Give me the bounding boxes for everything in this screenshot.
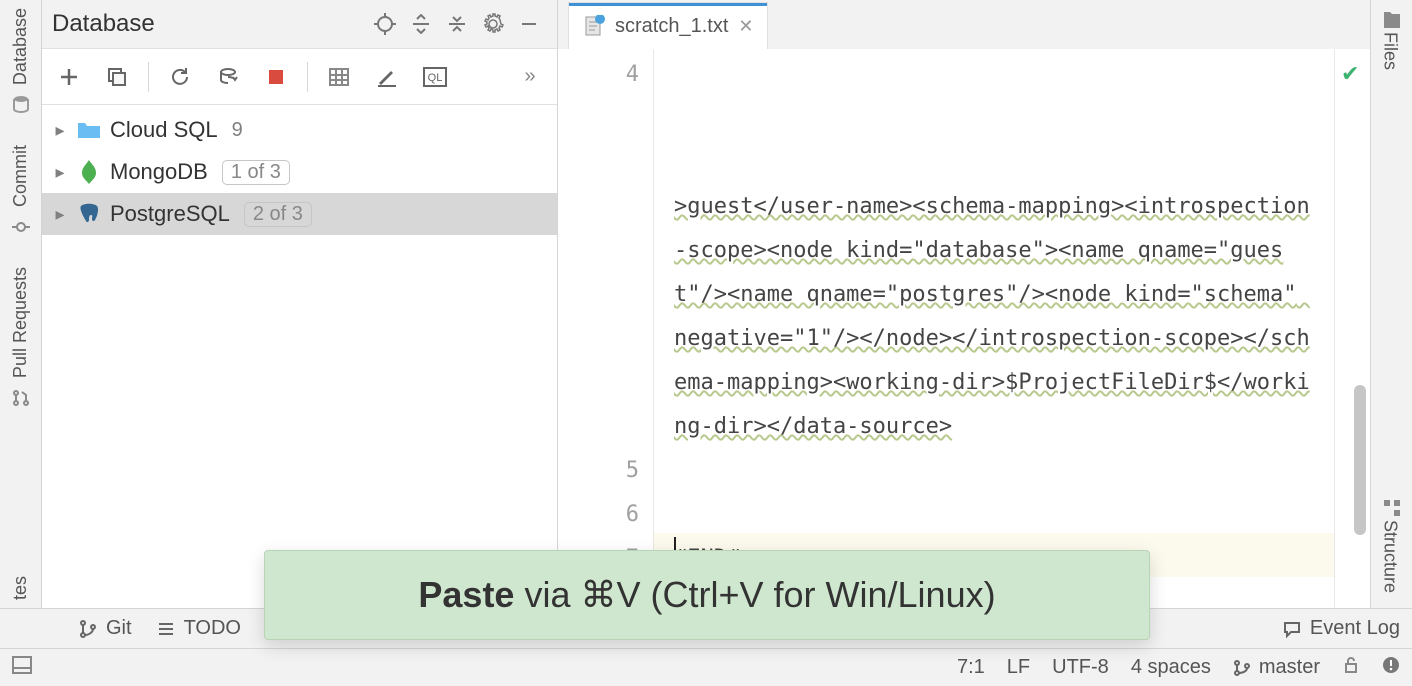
tree-row-mongodb[interactable]: ▸ MongoDB 1 of 3 (42, 151, 557, 193)
commit-icon (9, 215, 33, 239)
right-tool-rail: Files Structure (1370, 0, 1412, 608)
tree-label: Cloud SQL (110, 117, 218, 143)
event-log-label: Event Log (1310, 617, 1400, 640)
rail-label-files: Files (1380, 32, 1401, 70)
target-icon[interactable] (367, 6, 403, 42)
lock-icon[interactable] (1342, 656, 1360, 680)
minimize-icon[interactable] (511, 6, 547, 42)
stop-button[interactable] (259, 60, 293, 94)
rail-tab-database[interactable]: Database (9, 8, 33, 117)
scrollbar-thumb[interactable] (1354, 385, 1366, 535)
table-view-button[interactable] (322, 60, 356, 94)
editor-gutter: 4 5 6 7 (558, 49, 654, 608)
rail-tab-structure[interactable]: Structure (1380, 496, 1404, 598)
rail-label-pull-requests: Pull Requests (10, 267, 31, 378)
rail-label-database: Database (10, 8, 31, 85)
tree-count: 9 (232, 119, 243, 142)
pull-request-icon (9, 386, 33, 410)
refresh-button[interactable] (163, 60, 197, 94)
todo-label: TODO (184, 617, 241, 640)
chevron-right-icon: ▸ (52, 162, 68, 183)
hint-rest: via ⌘V (Ctrl+V for Win/Linux) (514, 574, 995, 615)
editor-area: scratch_1.txt ✕ 4 5 6 7 >guest</user-nam… (558, 0, 1370, 608)
structure-icon (1380, 496, 1404, 520)
branch-icon (1233, 659, 1251, 677)
speech-bubble-icon (1282, 619, 1302, 639)
toolbar-separator (148, 62, 149, 92)
check-icon[interactable]: ✔ (1341, 61, 1359, 87)
rail-tab-files[interactable]: Files (1380, 8, 1404, 75)
line-number: 6 (558, 493, 639, 537)
collapse-all-icon[interactable] (439, 6, 475, 42)
ql-console-button[interactable]: QL (418, 60, 452, 94)
editor-tabs: scratch_1.txt ✕ (558, 0, 1370, 49)
expand-all-icon[interactable] (403, 6, 439, 42)
sync-button[interactable] (211, 60, 245, 94)
postgresql-icon (76, 201, 102, 227)
tree-row-cloud-sql[interactable]: ▸ Cloud SQL 9 (42, 109, 557, 151)
tree-count: 1 of 3 (222, 160, 290, 185)
svg-text:QL: QL (428, 72, 443, 84)
database-title: Database (52, 10, 367, 38)
left-tool-rail: Database Commit Pull Requests tes (0, 0, 42, 608)
line-ending[interactable]: LF (1007, 656, 1030, 679)
line-number: 5 (558, 449, 639, 493)
branch-name: master (1259, 656, 1320, 679)
list-icon (156, 619, 176, 639)
toolbar-separator (307, 62, 308, 92)
indent-setting[interactable]: 4 spaces (1131, 656, 1211, 679)
mongodb-icon (76, 159, 102, 185)
tree-row-postgresql[interactable]: ▸ PostgreSQL 2 of 3 (42, 193, 557, 235)
settings-icon[interactable] (475, 6, 511, 42)
tab-filename: scratch_1.txt (615, 15, 728, 38)
database-icon (9, 93, 33, 117)
tree-label: PostgreSQL (110, 201, 230, 227)
file-encoding[interactable]: UTF-8 (1052, 656, 1109, 679)
rail-label-trunc: tes (10, 576, 31, 600)
line-number: 4 (558, 53, 639, 97)
edit-button[interactable] (370, 60, 404, 94)
database-header: Database (42, 0, 557, 49)
close-icon[interactable]: ✕ (738, 16, 753, 37)
folder-icon (76, 117, 102, 143)
chevron-right-icon: ▸ (52, 204, 68, 225)
status-bar: 7:1 LF UTF-8 4 spaces master (0, 648, 1412, 686)
text-file-icon (583, 15, 605, 37)
database-toolbar: QL » (42, 49, 557, 105)
add-datasource-button[interactable] (52, 60, 86, 94)
tab-scratch-1[interactable]: scratch_1.txt ✕ (568, 2, 768, 49)
rail-label-structure: Structure (1380, 520, 1401, 593)
todo-tool-button[interactable]: TODO (156, 617, 241, 640)
rail-label-commit: Commit (10, 145, 31, 207)
rail-tab-trunc[interactable]: tes (10, 576, 31, 600)
notify-icon[interactable] (1382, 656, 1400, 680)
window-icon[interactable] (12, 656, 32, 680)
chevron-right-icon: ▸ (52, 120, 68, 141)
paste-hint-toast: Paste via ⌘V (Ctrl+V for Win/Linux) (264, 550, 1150, 640)
files-icon (1380, 8, 1404, 32)
git-branch-widget[interactable]: master (1233, 656, 1320, 679)
hint-strong: Paste (418, 574, 514, 615)
database-tool-window: Database QL » ▸ Cloud SQL (42, 0, 558, 608)
more-button[interactable]: » (513, 60, 547, 94)
branch-icon (78, 619, 98, 639)
editor-content[interactable]: >guest</user-name><schema-mapping><intro… (654, 49, 1334, 608)
tree-label: MongoDB (110, 159, 208, 185)
event-log-button[interactable]: Event Log (1282, 617, 1400, 640)
duplicate-button[interactable] (100, 60, 134, 94)
editor-right-gutter: ✔ (1334, 49, 1370, 608)
tree-count: 2 of 3 (244, 202, 312, 227)
caret-position[interactable]: 7:1 (957, 656, 985, 679)
rail-tab-commit[interactable]: Commit (9, 145, 33, 239)
git-label: Git (106, 617, 132, 640)
database-tree[interactable]: ▸ Cloud SQL 9 ▸ MongoDB 1 of 3 ▸ Postgre… (42, 105, 557, 608)
git-tool-button[interactable]: Git (78, 617, 132, 640)
rail-tab-pull-requests[interactable]: Pull Requests (9, 267, 33, 410)
code-line: >guest</user-name><schema-mapping><intro… (674, 194, 1310, 439)
